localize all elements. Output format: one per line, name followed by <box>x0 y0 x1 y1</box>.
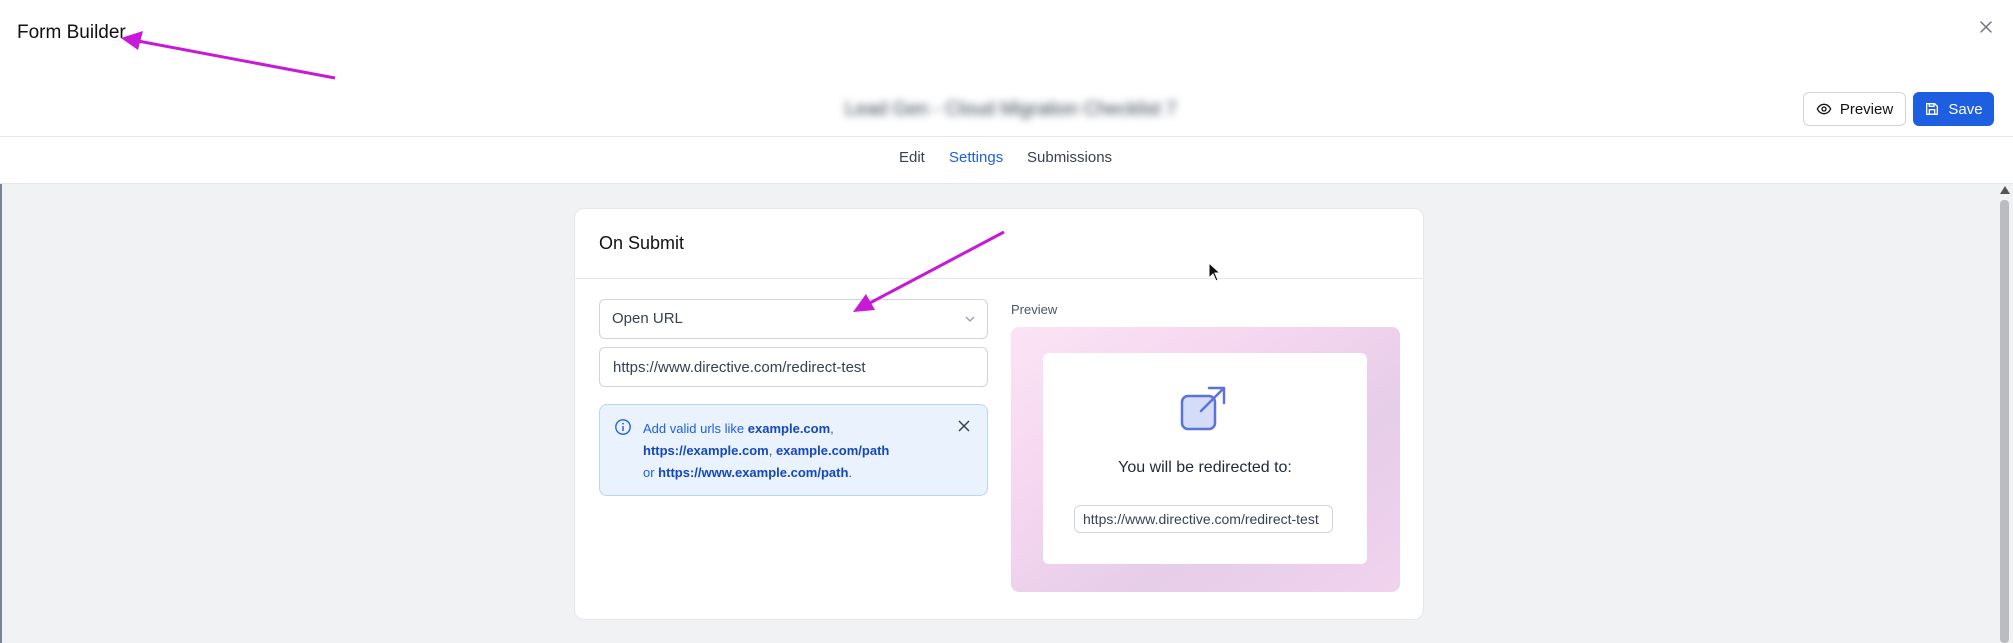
form-header: Lead Gen - Cloud Migration Checklist 7 P… <box>0 82 2013 137</box>
action-select-value: Open URL <box>612 310 683 327</box>
redirect-message: You will be redirected to: <box>1118 459 1292 476</box>
info-suffix: . <box>848 465 853 480</box>
card-title: On Submit <box>599 233 685 253</box>
save-button[interactable]: Save <box>1913 92 1994 126</box>
info-sep-1: , <box>830 421 834 436</box>
cursor-icon <box>1208 262 1222 282</box>
app-title: Form Builder <box>17 22 126 43</box>
save-button-label: Save <box>1948 100 1983 118</box>
on-submit-card: On Submit Open URL Add valid urls like e… <box>574 208 1424 620</box>
close-icon[interactable] <box>957 419 971 433</box>
tab-edit[interactable]: Edit <box>899 149 925 166</box>
scrollbar[interactable] <box>1997 184 2013 643</box>
scroll-up-icon[interactable] <box>2000 186 2010 194</box>
tab-bar: Edit Settings Submissions <box>0 137 2013 184</box>
info-example-4: https://www.example.com/path <box>658 465 849 480</box>
info-text: Add valid urls like example.com, https:/… <box>643 418 943 484</box>
preview-inner-card: You will be redirected to: https://www.d… <box>1043 353 1367 564</box>
eye-icon <box>1816 103 1832 115</box>
info-sep-2: , <box>768 443 776 458</box>
chevron-down-icon <box>965 316 975 322</box>
preview-url-field: https://www.directive.com/redirect-test <box>1074 505 1333 533</box>
info-mid: or <box>643 465 659 480</box>
info-icon <box>615 419 631 435</box>
info-prefix: Add valid urls like <box>643 421 748 436</box>
info-example-2: https://example.com <box>643 443 769 458</box>
preview-button-label: Preview <box>1839 100 1894 118</box>
form-name: Lead Gen - Cloud Migration Checklist 7 <box>845 99 1177 120</box>
card-divider <box>575 278 1423 279</box>
scrollbar-thumb[interactable] <box>2000 200 2009 643</box>
tab-settings[interactable]: Settings <box>949 149 1003 166</box>
external-link-icon <box>1180 386 1226 431</box>
tab-submissions[interactable]: Submissions <box>1027 149 1112 166</box>
info-alert: Add valid urls like example.com, https:/… <box>599 404 988 496</box>
save-icon <box>1926 103 1939 115</box>
preview-pane: You will be redirected to: https://www.d… <box>1011 327 1400 592</box>
action-select[interactable]: Open URL <box>599 299 988 339</box>
close-icon[interactable] <box>1975 18 1997 40</box>
info-example-3: example.com/path <box>775 443 890 458</box>
preview-label: Preview <box>1011 302 1058 317</box>
info-example-1: example.com <box>747 421 831 436</box>
preview-button[interactable]: Preview <box>1803 92 1906 126</box>
redirect-url-input[interactable] <box>599 347 988 387</box>
title-bar: Form Builder <box>0 0 2013 83</box>
